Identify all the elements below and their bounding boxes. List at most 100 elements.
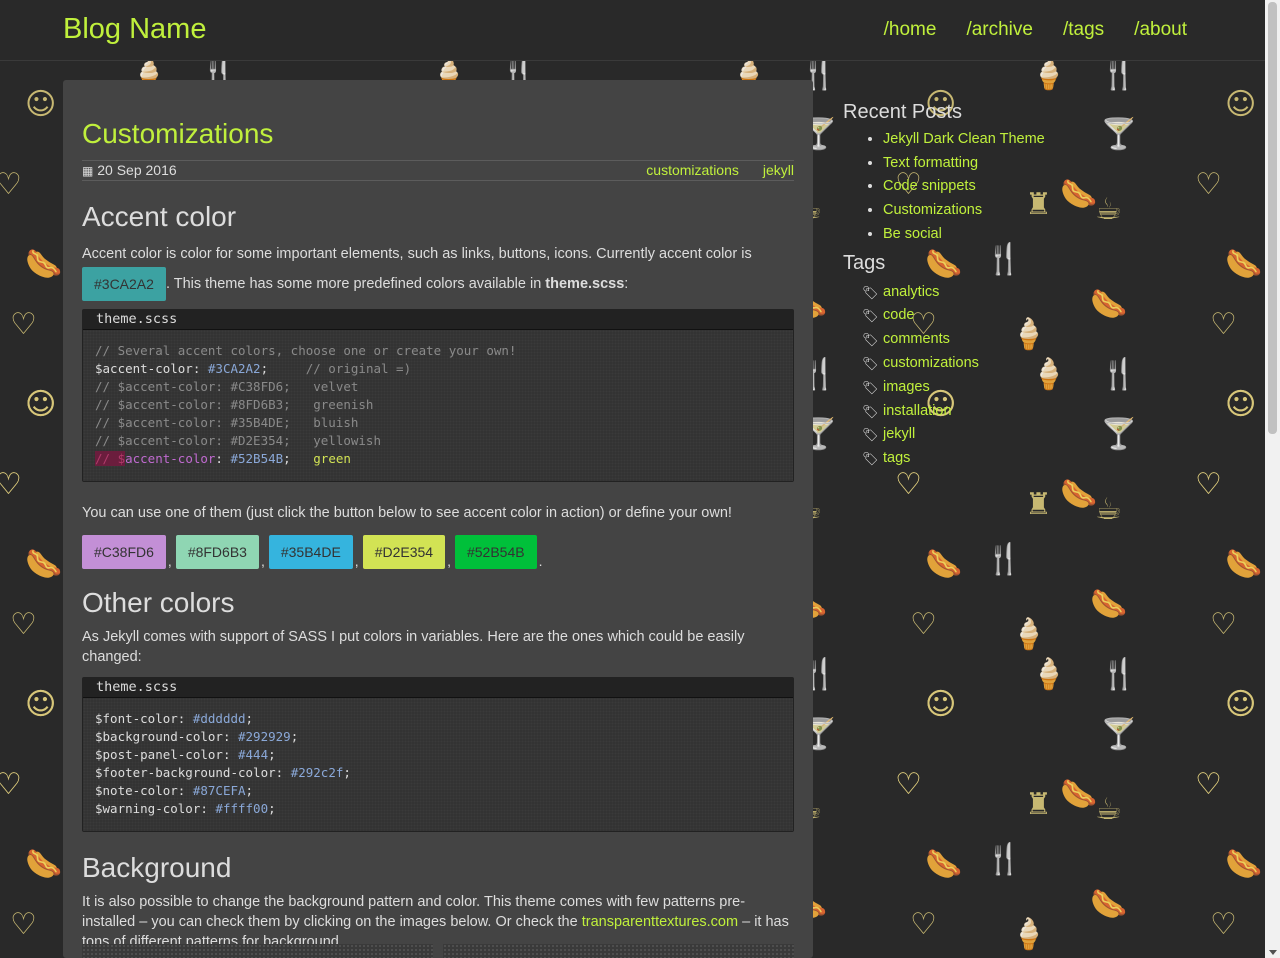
heart-icon: ♡ — [1210, 607, 1237, 642]
accent-after-text: You can use one of them (just click the … — [82, 505, 732, 521]
blog-name-link[interactable]: Blog Name — [63, 13, 206, 46]
popsicle-icon: 🍦 — [1030, 657, 1068, 692]
hotdog-icon: 🌭 — [25, 547, 63, 582]
other-code: $font-color: #dddddd; $background-color:… — [83, 698, 793, 831]
tags-title: Tags — [843, 251, 886, 274]
list-item: Code snippets — [883, 175, 1093, 199]
tag-link[interactable]: customizations — [883, 355, 979, 371]
scroll-down-arrow[interactable] — [1269, 950, 1277, 955]
accent-intro-text-2: . This theme has some more predefined co… — [165, 275, 542, 292]
code-line: $accent-color: #3CA2A2; // original =) — [95, 361, 412, 376]
nav-home[interactable]: /home — [884, 19, 937, 41]
nav-archive[interactable]: /archive — [966, 19, 1033, 41]
popsicle-icon: 🍦 — [1010, 917, 1048, 952]
heart-icon: ♡ — [1210, 907, 1237, 942]
list-item: 🏷 tags — [843, 447, 1093, 471]
recent-post-link[interactable]: Code snippets — [883, 178, 976, 194]
recent-post-link[interactable]: Jekyll Dark Clean Theme — [883, 131, 1045, 147]
cutlery-icon: 🍴 — [1100, 657, 1138, 692]
chef-hat-icon: ♜ — [1025, 787, 1052, 822]
popsicle-icon: 🍦 — [1030, 60, 1068, 92]
tag-link[interactable]: comments — [883, 331, 950, 347]
cocktail-icon: 🍸 — [1100, 117, 1138, 152]
list-item: 🏷 customizations — [843, 352, 1093, 376]
recent-posts-title: Recent Posts — [843, 101, 962, 123]
tag-icon: 🏷 — [862, 284, 879, 300]
teapot-icon: ☕ — [1095, 492, 1122, 527]
list-item: Text formatting — [883, 152, 1093, 176]
tag-icon: 🏷 — [862, 403, 879, 419]
smiley-icon: ☺ — [25, 387, 57, 422]
heart-icon: ♡ — [10, 607, 37, 642]
post-tag-customizations[interactable]: customizations — [646, 161, 739, 180]
cutlery-icon: 🍴 — [985, 542, 1023, 577]
scrollbar-thumb[interactable] — [1268, 2, 1277, 434]
accent-intro-text-3: : — [624, 275, 629, 292]
heart-icon: ♡ — [1195, 767, 1222, 802]
smiley-icon: ☺ — [925, 687, 957, 722]
chef-hat-icon: ♜ — [1025, 487, 1052, 522]
swatch-yellowish-button[interactable]: #D2E354 — [362, 535, 446, 569]
tag-icon: 🏷 — [862, 427, 879, 443]
nav-tags[interactable]: /tags — [1063, 19, 1104, 41]
pattern-thumbnail[interactable] — [82, 944, 433, 958]
code-filename: theme.scss — [83, 310, 793, 330]
recent-post-link[interactable]: Text formatting — [883, 155, 978, 171]
heart-icon: ♡ — [0, 167, 22, 202]
code-line: // $accent-color: #D2E354; yellowish — [95, 433, 381, 448]
recent-post-link[interactable]: Customizations — [883, 202, 982, 218]
tag-icon: 🏷 — [862, 308, 879, 324]
background-heading: Background — [82, 852, 232, 883]
heart-icon: ♡ — [10, 307, 37, 342]
pattern-thumbnail[interactable] — [443, 944, 794, 958]
tag-link[interactable]: tags — [883, 450, 910, 466]
swatch-greenish-button[interactable]: #8FD6B3 — [175, 535, 259, 569]
cutlery-icon: 🍴 — [1100, 357, 1138, 392]
heart-icon: ♡ — [0, 467, 22, 502]
smiley-icon: ☺ — [1225, 387, 1257, 422]
hotdog-icon: 🌭 — [1060, 777, 1098, 812]
code-filename: theme.scss — [83, 678, 793, 698]
list-item: 🏷 comments — [843, 328, 1093, 352]
tag-link[interactable]: analytics — [883, 284, 939, 300]
hotdog-icon: 🌭 — [925, 547, 963, 582]
code-line: // $accent-color: #35B4DE; bluish — [95, 415, 359, 430]
cutlery-icon: 🍴 — [985, 842, 1023, 877]
hotdog-icon: 🌭 — [1090, 587, 1128, 622]
post-tag-jekyll[interactable]: jekyll — [763, 161, 794, 180]
tag-link[interactable]: jekyll — [883, 426, 915, 442]
pattern-thumbnails — [82, 944, 794, 958]
code-line: $warning-color: #ffff00; — [95, 801, 276, 816]
list-item: Customizations — [883, 199, 1093, 223]
list-item: 🏷 installation — [843, 400, 1093, 424]
tag-link[interactable]: installation — [883, 403, 952, 419]
code-line: // $accent-color: #8FD6B3; greenish — [95, 397, 374, 412]
accent-color-heading: Accent color — [82, 201, 237, 232]
swatch-green-button[interactable]: #52B54B — [454, 535, 537, 569]
current-accent-button[interactable]: #3CA2A2 — [82, 267, 166, 301]
list-item: 🏷 analytics — [843, 281, 1093, 305]
transparenttextures-link[interactable]: transparenttextures.com — [582, 914, 738, 930]
other-colors-heading: Other colors — [82, 587, 235, 618]
list-item: Jekyll Dark Clean Theme — [883, 128, 1093, 152]
accent-intro-file: theme.scss — [545, 275, 625, 292]
list-item: Be social — [883, 223, 1093, 247]
code-line: $note-color: #87CEFA; — [95, 783, 254, 798]
recent-posts-list: Jekyll Dark Clean Theme Text formatting … — [843, 128, 1093, 247]
tag-icon: 🏷 — [862, 355, 879, 371]
smiley-icon: ☺ — [1225, 687, 1257, 722]
tag-link[interactable]: images — [883, 379, 930, 395]
heart-icon: ♡ — [10, 907, 37, 942]
sidebar: Recent Posts Jekyll Dark Clean Theme Tex… — [843, 100, 1093, 471]
accent-code-block: theme.scss // Several accent colors, cho… — [82, 309, 794, 482]
recent-post-link[interactable]: Be social — [883, 226, 942, 242]
cocktail-icon: 🍸 — [1100, 717, 1138, 752]
heart-icon: ♡ — [910, 607, 937, 642]
heart-icon: ♡ — [895, 467, 922, 502]
nav-about[interactable]: /about — [1134, 19, 1187, 41]
swatch-velvet-button[interactable]: #C38FD6 — [82, 535, 166, 569]
post-tags: customizations jekyll — [646, 161, 794, 180]
swatch-bluish-button[interactable]: #35B4DE — [268, 535, 353, 569]
tag-link[interactable]: code — [883, 307, 914, 323]
scrollbar[interactable] — [1265, 0, 1280, 958]
